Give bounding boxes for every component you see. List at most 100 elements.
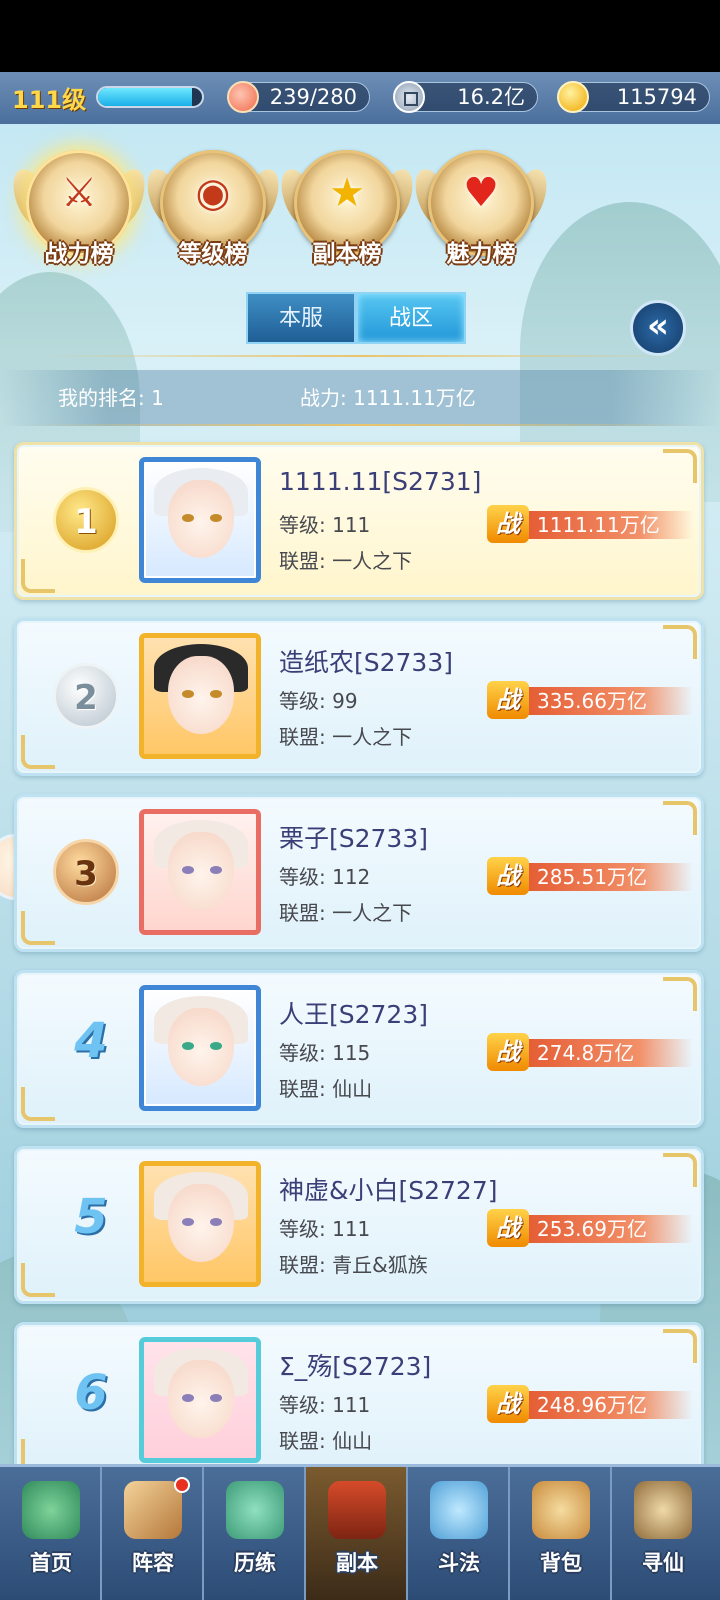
star-glyph-icon: ★	[329, 170, 365, 216]
corner-ornament	[663, 449, 697, 483]
power-value: 274.8万亿	[537, 1041, 635, 1065]
gold-value: 115794	[616, 85, 697, 109]
corner-ornament	[663, 801, 697, 835]
gold-ingot-icon	[557, 81, 589, 113]
corner-ornament	[21, 559, 55, 593]
scroll-eye-icon	[634, 1481, 692, 1539]
category-dungeon[interactable]: ★ 副本榜	[274, 140, 420, 270]
battle-icon: 战	[487, 1209, 529, 1247]
category-label: 副本榜	[312, 241, 382, 267]
power-badge: 253.69万亿 战	[487, 1209, 693, 1247]
player-level-text: 等级: 112	[279, 865, 371, 889]
nav-training[interactable]: 历练	[204, 1467, 306, 1600]
power-value: 253.69万亿	[537, 1217, 647, 1241]
category-label: 等级榜	[178, 241, 248, 267]
server-tabs: 本服 战区	[246, 292, 466, 344]
rank-medal-gold: 1	[53, 487, 119, 553]
nav-label: 副本	[336, 1551, 378, 1575]
category-label: 战力榜	[44, 241, 114, 267]
avatar-eyes	[182, 1218, 222, 1226]
player-union: 联盟: 青丘&狐族	[279, 1253, 428, 1277]
avatar-eyes	[182, 1394, 222, 1402]
ranking-row[interactable]: 1 1111.11[S2731] 等级: 111 联盟: 一人之下 1111.1…	[14, 442, 704, 600]
power-badge: 248.96万亿 战	[487, 1385, 693, 1423]
stamina-value: 239/280	[269, 85, 357, 109]
home-island-icon	[22, 1481, 80, 1539]
my-power-text: 战力: 1111.11万亿	[300, 386, 476, 410]
back-button[interactable]: «	[630, 300, 686, 356]
avatar-eyes	[182, 866, 222, 874]
nav-bag[interactable]: 背包	[510, 1467, 612, 1600]
power-badge: 274.8万亿 战	[487, 1033, 693, 1071]
tab-local-server[interactable]: 本服	[246, 292, 356, 344]
power-badge: 1111.11万亿 战	[487, 505, 693, 543]
nav-lineup[interactable]: 阵容	[102, 1467, 204, 1600]
battle-icon: 战	[487, 857, 529, 895]
avatar[interactable]	[139, 809, 261, 935]
bag-icon	[532, 1481, 590, 1539]
battle-sword-icon	[430, 1481, 488, 1539]
nav-label: 阵容	[132, 1551, 174, 1575]
gold-counter[interactable]: 115794	[557, 81, 710, 113]
silver-coin-icon	[393, 81, 425, 113]
bottom-navigation: 首页 阵容 历练 副本 斗法 背包 寻仙	[0, 1464, 720, 1600]
nav-home[interactable]: 首页	[0, 1467, 102, 1600]
battle-icon: 战	[487, 1033, 529, 1071]
game-screen: 111级 239/280 16.2亿 115794 ⚔ 战力榜 ◉ 等级榜 ★ …	[0, 72, 720, 1600]
avatar[interactable]	[139, 985, 261, 1111]
power-value: 335.66万亿	[537, 689, 647, 713]
player-level-text: 等级: 115	[279, 1041, 371, 1065]
nav-label: 首页	[30, 1551, 72, 1575]
power-value: 248.96万亿	[537, 1393, 647, 1417]
nav-dungeon[interactable]: 副本	[306, 1467, 408, 1600]
silver-value: 16.2亿	[457, 85, 525, 109]
ranking-row[interactable]: 4 人王[S2723] 等级: 115 联盟: 仙山 274.8万亿 战	[14, 970, 704, 1128]
corner-ornament	[663, 1153, 697, 1187]
player-name: 人王[S2723]	[279, 1000, 428, 1029]
corner-ornament	[21, 735, 55, 769]
avatar[interactable]	[139, 1161, 261, 1287]
category-level[interactable]: ◉ 等级榜	[140, 140, 286, 270]
corner-ornament	[663, 1329, 697, 1363]
category-power[interactable]: ⚔ 战力榜	[6, 140, 152, 270]
stamina-counter[interactable]: 239/280	[227, 81, 370, 113]
peach-icon	[227, 81, 259, 113]
player-union: 联盟: 一人之下	[279, 549, 413, 573]
battle-icon: 战	[487, 1385, 529, 1423]
cards-icon	[124, 1481, 182, 1539]
category-label: 魅力榜	[446, 241, 516, 267]
player-union: 联盟: 仙山	[279, 1429, 373, 1453]
ranking-row[interactable]: 5 神虚&小白[S2727] 等级: 111 联盟: 青丘&狐族 253.69万…	[14, 1146, 704, 1304]
leaderboard-categories: ⚔ 战力榜 ◉ 等级榜 ★ 副本榜 ♥ 魅力榜	[0, 140, 720, 280]
corner-ornament	[663, 625, 697, 659]
battle-icon: 战	[487, 505, 529, 543]
nav-label: 历练	[234, 1551, 276, 1575]
player-union: 联盟: 一人之下	[279, 901, 413, 925]
nav-seek-immortal[interactable]: 寻仙	[612, 1467, 714, 1600]
divider	[20, 424, 700, 426]
resource-bar: 111级 239/280 16.2亿 115794	[0, 72, 720, 124]
dungeon-gate-icon	[328, 1481, 386, 1539]
ranking-row[interactable]: 3 栗子[S2733] 等级: 112 联盟: 一人之下 285.51万亿 战	[14, 794, 704, 952]
player-name: 造纸农[S2733]	[279, 648, 453, 677]
avatar[interactable]	[139, 633, 261, 759]
ranking-row[interactable]: 6 Σ_殇[S2723] 等级: 111 联盟: 仙山 248.96万亿 战	[14, 1322, 704, 1480]
avatar[interactable]	[139, 1337, 261, 1463]
player-name: 栗子[S2733]	[279, 824, 428, 853]
player-level-text: 等级: 111	[279, 1393, 371, 1417]
player-level: 111级	[12, 86, 87, 114]
avatar-eyes	[182, 690, 222, 698]
avatar[interactable]	[139, 457, 261, 583]
battle-icon: 战	[487, 681, 529, 719]
ranking-row[interactable]: 2 造纸农[S2733] 等级: 99 联盟: 一人之下 335.66万亿 战	[14, 618, 704, 776]
player-name: 1111.11[S2731]	[279, 467, 482, 496]
silver-counter[interactable]: 16.2亿	[393, 81, 538, 113]
nav-duel[interactable]: 斗法	[408, 1467, 510, 1600]
tab-war-zone[interactable]: 战区	[356, 292, 466, 344]
nav-label: 背包	[540, 1551, 582, 1575]
exp-bar	[96, 86, 204, 108]
rank-medal-bronze: 3	[53, 839, 119, 905]
power-value: 285.51万亿	[537, 865, 647, 889]
power-badge: 335.66万亿 战	[487, 681, 693, 719]
category-charm[interactable]: ♥ 魅力榜	[408, 140, 554, 270]
